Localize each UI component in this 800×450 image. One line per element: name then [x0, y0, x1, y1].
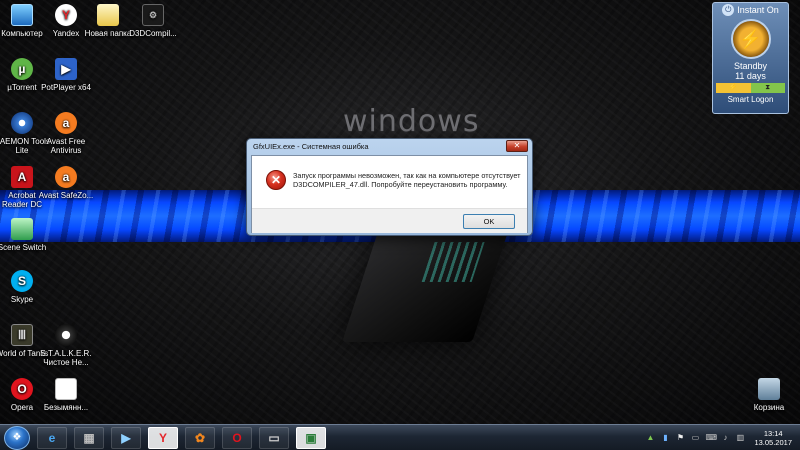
folder-icon: [97, 4, 119, 26]
taskbar-opera[interactable]: O: [222, 426, 252, 449]
avast-safezone-icon: a: [55, 166, 77, 188]
desktop-icon-label: Scene Switch: [0, 243, 47, 252]
taskbar-yandex-browser[interactable]: Y: [148, 426, 178, 449]
desktop-icon-d3dcompiler[interactable]: ⚙ D3DCompil...: [125, 4, 181, 38]
desktop-icon-skype[interactable]: S Skype: [0, 270, 50, 304]
taskbar-window-app[interactable]: ▣: [296, 426, 326, 449]
desktop-icon-avast-safezone[interactable]: a Avast SafeZo...: [38, 166, 94, 200]
film-icon: ▦: [83, 430, 95, 445]
desktop-icon-label: Безымянн...: [43, 403, 89, 412]
dialog-body: ✕ Запуск программы невозможен, так как н…: [252, 156, 527, 208]
world-of-tanks-icon: Ⅲ: [11, 324, 33, 346]
skype-icon: S: [11, 270, 33, 292]
start-button[interactable]: ❖: [4, 425, 30, 450]
taskbar-film[interactable]: ▦: [74, 426, 104, 449]
potplayer-icon: ▶: [55, 58, 77, 80]
dialog-title: GfxUIEx.exe - Системная ошибка: [253, 142, 369, 151]
blank-file-icon: [55, 378, 77, 400]
acrobat-icon: A: [11, 166, 33, 188]
display-icon[interactable]: ▭: [690, 433, 700, 443]
desktop-icon-stalker[interactable]: S.T.A.L.K.E.R. Чистое Не...: [38, 324, 94, 367]
gadget-smart-logon[interactable]: Smart Logon: [713, 95, 788, 104]
desktop-icon-label: Avast Free Antivirus: [46, 137, 86, 155]
dialog-client-area: ✕ Запуск программы невозможен, так как н…: [251, 155, 528, 233]
desktop-icon-label: S.T.A.L.K.E.R. Чистое Не...: [40, 349, 92, 367]
gadget-title: Instant On: [737, 5, 779, 15]
ok-button[interactable]: OK: [463, 214, 515, 229]
desktop-icon-avast[interactable]: a Avast Free Antivirus: [38, 112, 94, 155]
error-dialog: GfxUIEx.exe - Системная ошибка ✕ ✕ Запус…: [246, 138, 533, 236]
network-icon[interactable]: ▮: [660, 433, 670, 443]
battery-icon[interactable]: ⚡: [716, 83, 751, 93]
gadget-state: Standby: [733, 61, 768, 71]
flag-icon[interactable]: ⚑: [675, 433, 685, 443]
taskbar: ❖ e ▦ ▶ Y ✿ O ▭ ▣ ▲ ▮ ⚑ ▭ ⌨ ♪ ▥ 13:14 13…: [0, 424, 800, 450]
dialog-footer: OK: [252, 208, 527, 233]
dialog-message: Запуск программы невозможен, так как на …: [293, 171, 521, 189]
desktop-icon-label: Skype: [10, 295, 34, 304]
gadget-title-bar: ⏻ Instant On: [713, 3, 788, 17]
media-dots-icon: ✿: [194, 430, 206, 445]
error-icon: ✕: [266, 170, 286, 190]
desktop-icon-label: Avast SafeZo...: [38, 191, 94, 200]
taskbar-media-dots[interactable]: ✿: [185, 426, 215, 449]
nvidia-icon[interactable]: ▲: [645, 433, 655, 443]
gadget-status-bar: ⚡ ⧗: [716, 83, 785, 93]
gpu-tool-icon: ▭: [268, 430, 280, 445]
taskbar-internet-explorer[interactable]: e: [37, 426, 67, 449]
daemon-tools-icon: [11, 112, 33, 134]
dialog-close-button[interactable]: ✕: [506, 140, 528, 152]
keyboard-icon[interactable]: ⌨: [705, 433, 717, 443]
utorrent-icon: µ: [11, 58, 33, 80]
desktop-icon-label: D3DCompil...: [129, 29, 177, 38]
gadget-days: 11 days: [713, 71, 788, 81]
d3dcompiler-icon: ⚙: [142, 4, 164, 26]
power-icon: ⏻: [722, 4, 735, 16]
yandex-icon: Y: [55, 4, 77, 26]
desktop-icon-label: Корзина: [753, 403, 785, 412]
desktop-icon-scene-switch[interactable]: Scene Switch: [0, 218, 50, 252]
wallpaper-wordmark: windows: [343, 104, 480, 139]
window-app-icon: ▣: [305, 430, 317, 445]
avast-icon: a: [55, 112, 77, 134]
clock-time: 13:14: [763, 428, 783, 438]
taskbar-gpu-tool[interactable]: ▭: [259, 426, 289, 449]
yandex-browser-icon: Y: [158, 430, 167, 445]
scene-switch-icon: [11, 218, 33, 240]
standby-clock-icon[interactable]: ⚡: [730, 19, 771, 59]
system-tray: ▲ ▮ ⚑ ▭ ⌨ ♪ ▥ 13:14 13.05.2017: [645, 429, 800, 447]
desktop-icon-label: PotPlayer x64: [41, 83, 91, 92]
opera-icon: O: [11, 378, 33, 400]
desktop-icon-unnamed-file[interactable]: Безымянн...: [38, 378, 94, 412]
computer-icon: [11, 4, 33, 26]
gadget-days-unit: days: [746, 71, 766, 81]
instant-on-gadget[interactable]: ⏻ Instant On ⚡ Standby 11 days ⚡ ⧗ Smart…: [712, 2, 789, 114]
hourglass-icon[interactable]: ⧗: [750, 83, 785, 93]
taskbar-media-player[interactable]: ▶: [111, 426, 141, 449]
signal-icon[interactable]: ▥: [735, 433, 745, 443]
desktop-icon-potplayer[interactable]: ▶ PotPlayer x64: [38, 58, 94, 92]
stalker-icon: [55, 324, 77, 346]
gadget-days-value: 11: [735, 71, 745, 81]
recycle-bin-icon: [758, 378, 780, 400]
desktop-icon-recycle-bin[interactable]: Корзина: [741, 378, 797, 412]
clock-date: 13.05.2017: [754, 437, 792, 447]
internet-explorer-icon: e: [48, 430, 56, 445]
volume-icon[interactable]: ♪: [720, 433, 730, 443]
media-player-icon: ▶: [121, 430, 131, 445]
opera-icon: O: [232, 430, 242, 445]
taskbar-clock[interactable]: 13:14 13.05.2017: [754, 429, 792, 447]
